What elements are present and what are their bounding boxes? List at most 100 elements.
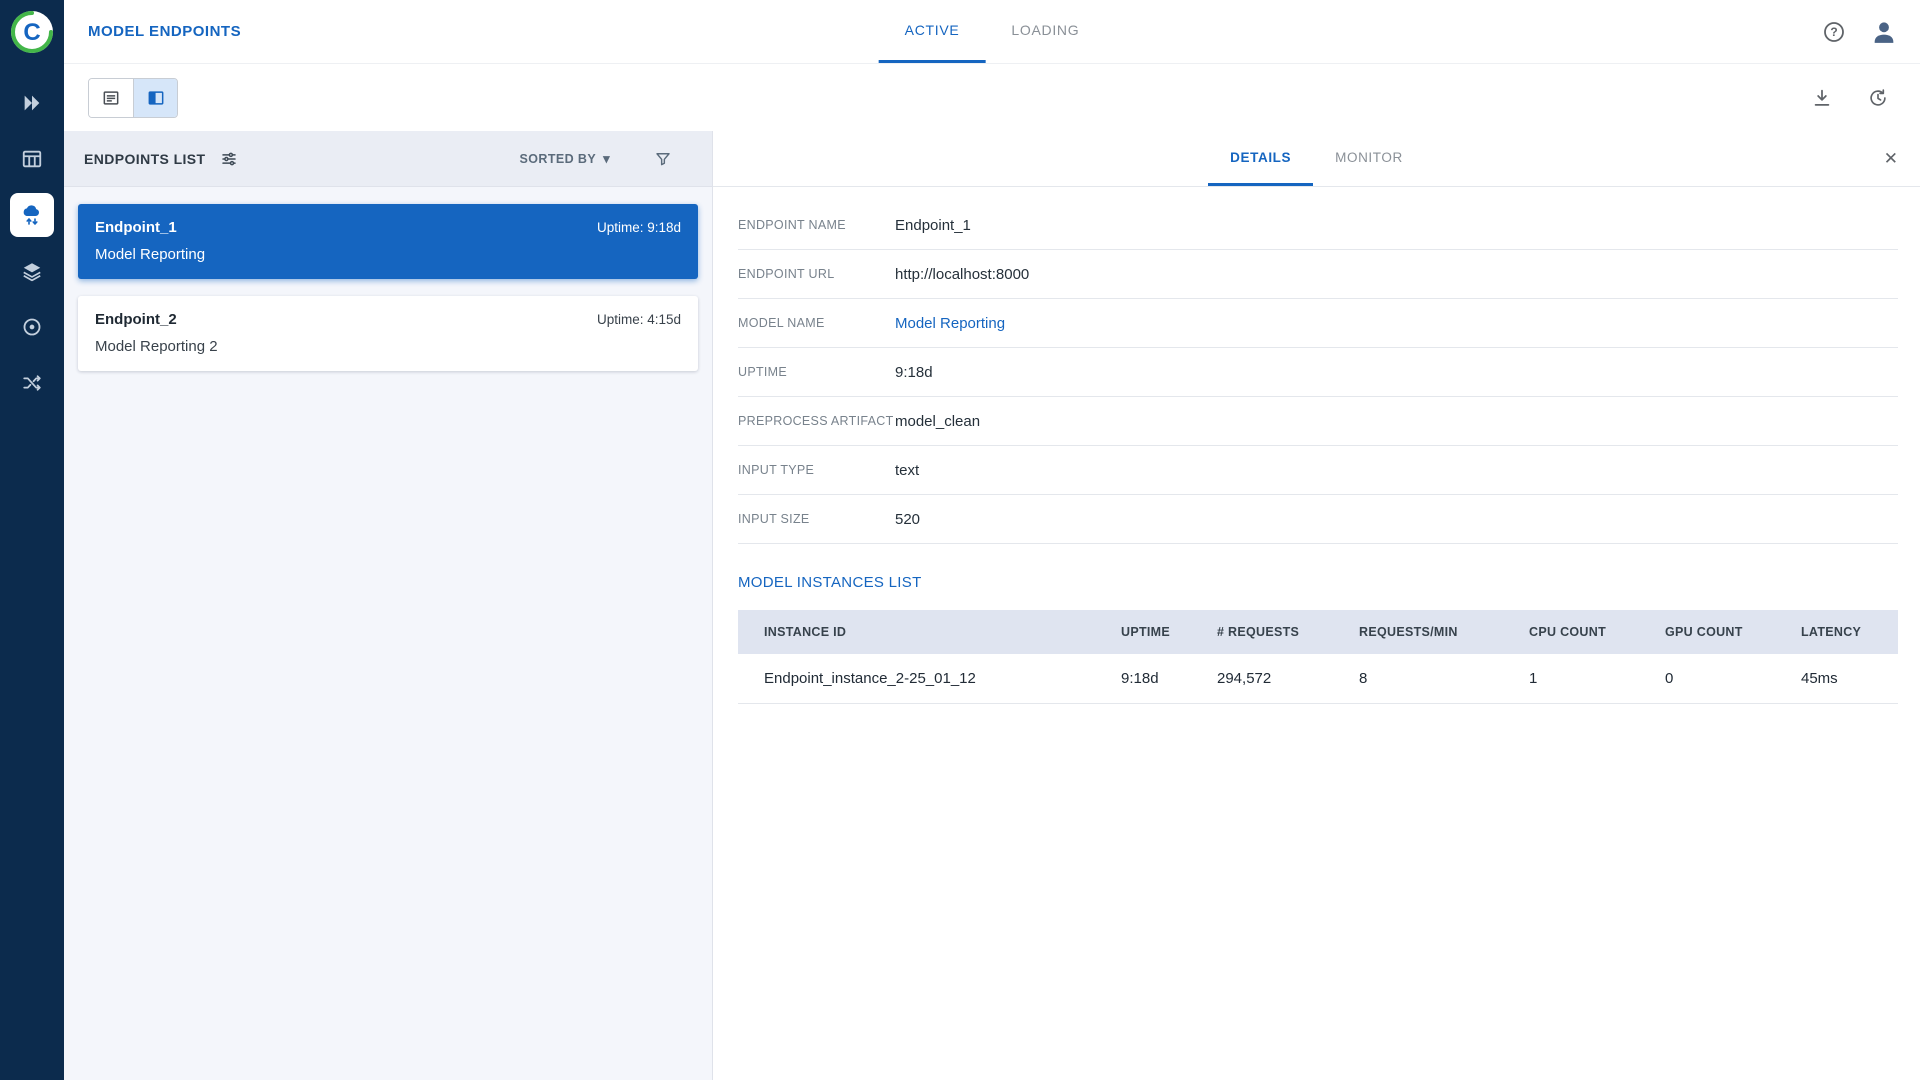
endpoints-list: Endpoint_1 Uptime: 9:18d Model Reporting… [64, 187, 712, 388]
tune-button[interactable] [220, 150, 238, 168]
sorted-by-label: SORTED BY [520, 152, 597, 166]
details-header: DETAILS MONITOR ✕ [713, 131, 1920, 187]
svg-text:?: ? [1830, 25, 1837, 39]
endpoint-uptime: Uptime: 9:18d [597, 220, 681, 235]
download-icon [1811, 87, 1833, 109]
col-gpu-count: GPU COUNT [1639, 610, 1775, 654]
sidebar-item-registry[interactable] [0, 299, 64, 355]
col-requests-min: REQUESTS/MIN [1333, 610, 1503, 654]
split-view-button[interactable] [133, 79, 177, 117]
col-requests: # REQUESTS [1191, 610, 1333, 654]
field-row-uptime: UPTIME 9:18d [738, 348, 1898, 397]
endpoint-card-1[interactable]: Endpoint_1 Uptime: 9:18d Model Reporting [78, 204, 698, 279]
layers-icon [21, 260, 43, 282]
sorted-by-dropdown[interactable]: SORTED BY ▾ [520, 152, 610, 166]
endpoints-panel: ENDPOINTS LIST SORTED BY ▾ [64, 131, 713, 1080]
cell-uptime: 9:18d [1095, 654, 1191, 703]
model-instances-title: MODEL INSTANCES LIST [738, 574, 1898, 591]
field-value: text [895, 462, 1898, 479]
col-cpu-count: CPU COUNT [1503, 610, 1639, 654]
endpoint-card-top: Endpoint_1 Uptime: 9:18d [95, 219, 681, 236]
field-row-endpoint-name: ENDPOINT NAME Endpoint_1 [738, 201, 1898, 250]
tab-loading[interactable]: LOADING [985, 0, 1105, 63]
instances-header-row: INSTANCE ID UPTIME # REQUESTS REQUESTS/M… [738, 610, 1898, 654]
field-row-endpoint-url: ENDPOINT URL http://localhost:8000 [738, 250, 1898, 299]
list-view-button[interactable] [89, 79, 133, 117]
field-row-preprocess-artifact: PREPROCESS ARTIFACT model_clean [738, 397, 1898, 446]
field-value: Endpoint_1 [895, 217, 1898, 234]
field-label: ENDPOINT NAME [738, 218, 895, 232]
tab-active[interactable]: ACTIVE [879, 0, 986, 63]
refresh-history-button[interactable] [1862, 82, 1894, 114]
cell-requests-min: 8 [1333, 654, 1503, 703]
model-instances-table: INSTANCE ID UPTIME # REQUESTS REQUESTS/M… [738, 610, 1898, 704]
history-icon [1867, 87, 1889, 109]
download-button[interactable] [1806, 82, 1838, 114]
person-icon [1870, 18, 1898, 46]
top-bar: MODEL ENDPOINTS ACTIVE LOADING ? [64, 0, 1920, 64]
filter-button[interactable] [654, 150, 672, 168]
endpoint-model: Model Reporting [95, 246, 681, 263]
endpoint-uptime: Uptime: 4:15d [597, 312, 681, 327]
endpoints-list-title: ENDPOINTS LIST [84, 151, 206, 167]
field-value: http://localhost:8000 [895, 266, 1898, 283]
cell-gpu-count: 0 [1639, 654, 1775, 703]
cell-cpu-count: 1 [1503, 654, 1639, 703]
cell-requests: 294,572 [1191, 654, 1333, 703]
main-area: MODEL ENDPOINTS ACTIVE LOADING ? [64, 0, 1920, 1080]
sidebar-item-model-endpoints[interactable] [0, 187, 64, 243]
endpoint-card-2[interactable]: Endpoint_2 Uptime: 4:15d Model Reporting… [78, 296, 698, 371]
field-label: UPTIME [738, 365, 895, 379]
sidebar-item-runs[interactable] [0, 75, 64, 131]
endpoints-list-header: ENDPOINTS LIST SORTED BY ▾ [64, 131, 712, 187]
field-row-input-type: INPUT TYPE text [738, 446, 1898, 495]
tab-monitor[interactable]: MONITOR [1313, 131, 1425, 186]
field-value: 520 [895, 511, 1898, 528]
endpoint-card-top: Endpoint_2 Uptime: 4:15d [95, 311, 681, 328]
endpoint-name: Endpoint_2 [95, 311, 177, 328]
tune-icon [220, 150, 238, 168]
instance-row[interactable]: Endpoint_instance_2-25_01_12 9:18d 294,5… [738, 654, 1898, 703]
details-panel: DETAILS MONITOR ✕ ENDPOINT NAME Endpoint… [713, 131, 1920, 1080]
user-avatar[interactable] [1868, 16, 1900, 48]
endpoint-model: Model Reporting 2 [95, 338, 681, 355]
field-label: MODEL NAME [738, 316, 895, 330]
field-value: 9:18d [895, 364, 1898, 381]
cloud-endpoints-icon [20, 203, 44, 227]
col-latency: LATENCY [1775, 610, 1898, 654]
logo-icon: C [10, 10, 54, 54]
table-icon [21, 148, 43, 170]
sidebar-item-layers[interactable] [0, 243, 64, 299]
details-body: ENDPOINT NAME Endpoint_1 ENDPOINT URL ht… [713, 187, 1920, 1080]
tab-details[interactable]: DETAILS [1208, 131, 1313, 186]
filter-icon [654, 150, 672, 168]
cell-latency: 45ms [1775, 654, 1898, 703]
sidebar-item-flows[interactable] [0, 355, 64, 411]
shuffle-icon [21, 372, 43, 394]
header-tabs: ACTIVE LOADING [879, 0, 1106, 63]
content-area: ENDPOINTS LIST SORTED BY ▾ [64, 131, 1920, 1080]
svg-text:C: C [23, 19, 40, 46]
app-window: C [0, 0, 1920, 1080]
sidebar-item-projects[interactable] [0, 131, 64, 187]
field-label: PREPROCESS ARTIFACT [738, 414, 895, 428]
details-tabs: DETAILS MONITOR [1208, 131, 1425, 186]
field-label: INPUT SIZE [738, 512, 895, 526]
col-uptime: UPTIME [1095, 610, 1191, 654]
help-button[interactable]: ? [1818, 16, 1850, 48]
top-bar-actions: ? [1818, 16, 1900, 48]
field-label: INPUT TYPE [738, 463, 895, 477]
sidebar: C [0, 0, 64, 1080]
field-value: model_clean [895, 413, 1898, 430]
sidebar-nav [0, 75, 64, 411]
split-view-icon [146, 88, 166, 108]
app-logo[interactable]: C [10, 10, 54, 54]
view-toolbar [64, 64, 1920, 131]
page-title: MODEL ENDPOINTS [88, 23, 241, 40]
list-view-icon [101, 88, 121, 108]
close-details-button[interactable]: ✕ [1884, 131, 1898, 186]
chevron-down-icon: ▾ [603, 152, 610, 165]
view-mode-toggle [88, 78, 178, 118]
disc-icon [21, 316, 43, 338]
model-name-link[interactable]: Model Reporting [895, 315, 1898, 332]
